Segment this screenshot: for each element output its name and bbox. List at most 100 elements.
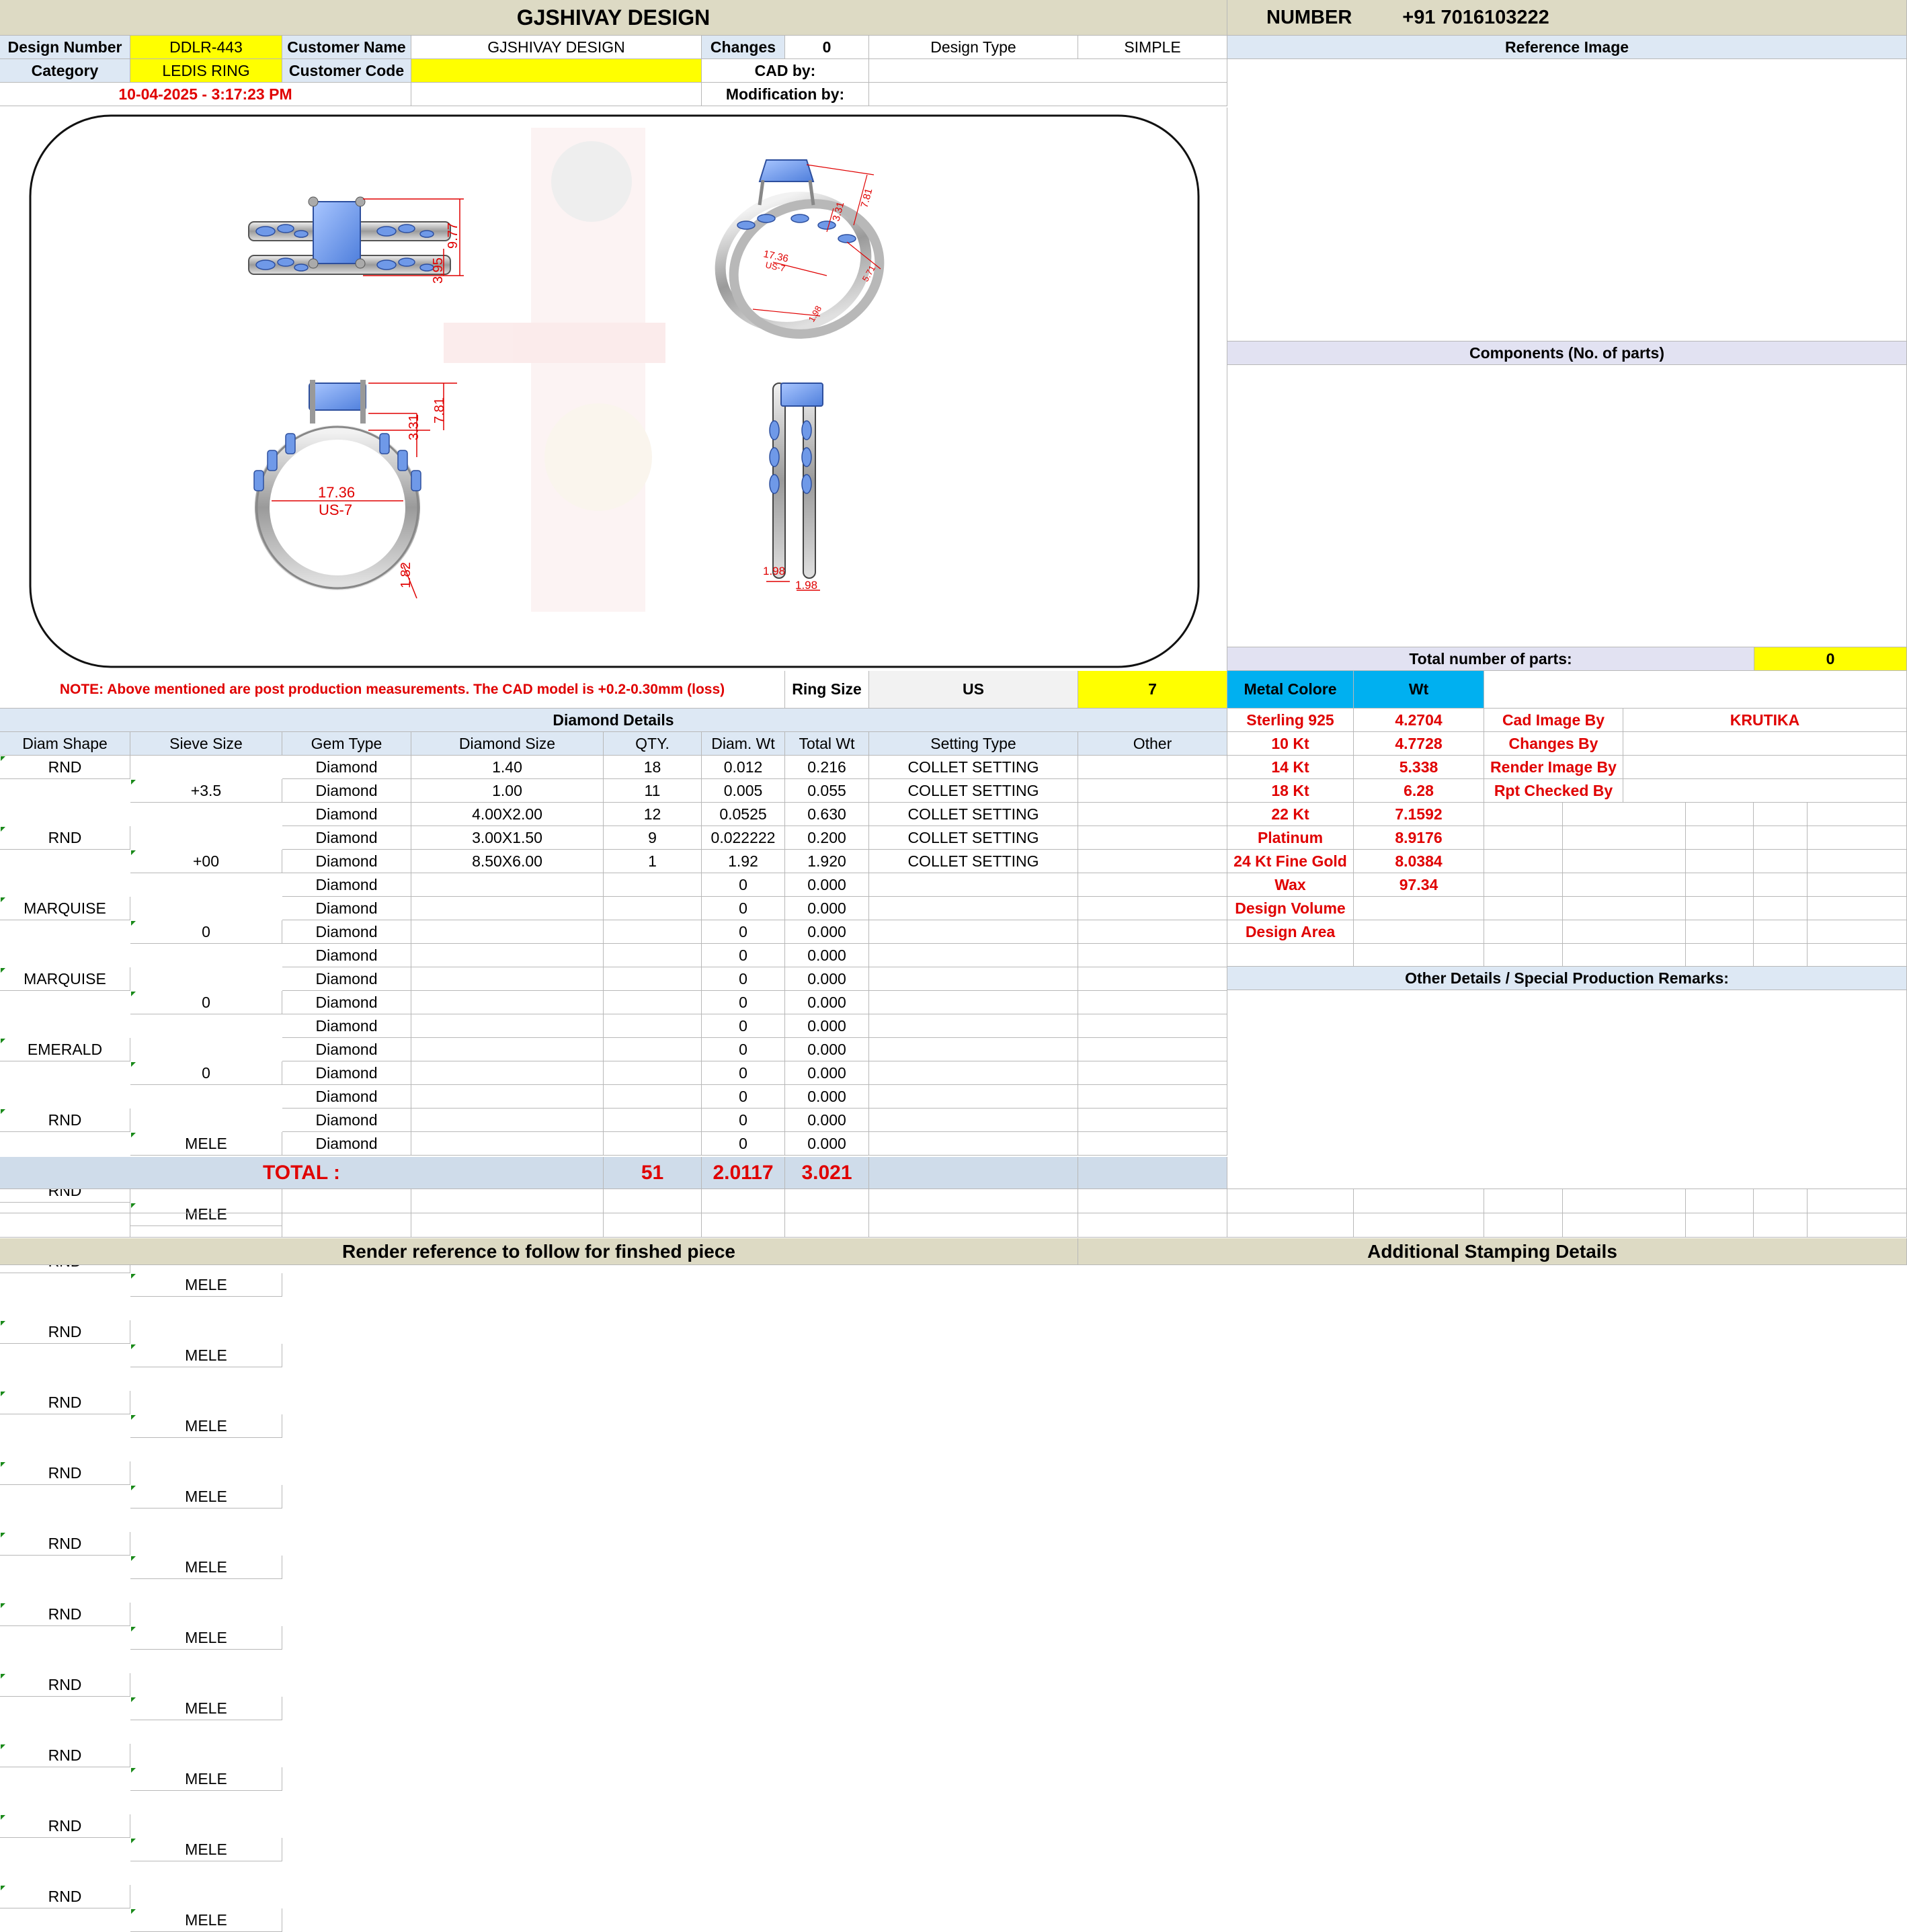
gem-type-cell[interactable]: Diamond xyxy=(282,1109,411,1132)
blank-cell[interactable] xyxy=(1078,1213,1227,1238)
blank-cell[interactable] xyxy=(282,1189,411,1213)
diam-wt-cell[interactable]: 0 xyxy=(702,944,785,967)
qty-cell[interactable]: 11 xyxy=(604,779,702,803)
grid-cell[interactable] xyxy=(1808,826,1907,850)
diam-shape-cell[interactable]: RND xyxy=(0,1673,130,1697)
sieve-size-cell[interactable]: 0 xyxy=(130,991,282,1014)
diamond-size-cell[interactable] xyxy=(411,920,604,944)
blank-cell[interactable] xyxy=(1227,1213,1354,1238)
diamond-size-cell[interactable] xyxy=(411,944,604,967)
blank-cell[interactable] xyxy=(785,1189,869,1213)
customer-name-field[interactable]: GJSHIVAY DESIGN xyxy=(411,36,702,59)
grid-cell[interactable] xyxy=(1484,920,1563,944)
blank-cell[interactable] xyxy=(1563,1189,1686,1213)
metal-weight[interactable] xyxy=(1354,897,1484,920)
other-cell[interactable] xyxy=(1078,1014,1227,1038)
diam-shape-cell[interactable]: RND xyxy=(0,1461,130,1485)
diam-shape-cell[interactable]: RND xyxy=(0,1744,130,1767)
grid-cell[interactable] xyxy=(1808,897,1907,920)
setting-type-cell[interactable] xyxy=(869,1038,1078,1061)
other-cell[interactable] xyxy=(1078,897,1227,920)
other-cell[interactable] xyxy=(1078,1132,1227,1156)
diam-shape-cell[interactable]: MARQUISE xyxy=(0,897,130,920)
other-cell[interactable] xyxy=(1078,1109,1227,1132)
diamond-size-cell[interactable]: 3.00X1.50 xyxy=(411,826,604,850)
diamond-size-cell[interactable] xyxy=(411,873,604,897)
other-cell[interactable] xyxy=(1078,1085,1227,1109)
total-parts-field[interactable]: 0 xyxy=(1754,647,1907,671)
total-wt-cell[interactable]: 0.000 xyxy=(785,944,869,967)
grid-cell[interactable] xyxy=(1563,897,1686,920)
customer-code-field[interactable] xyxy=(411,59,702,83)
total-wt-cell[interactable]: 0.000 xyxy=(785,1132,869,1156)
grid-cell[interactable] xyxy=(1686,920,1754,944)
grid-cell[interactable] xyxy=(1754,803,1808,826)
diam-wt-cell[interactable]: 0 xyxy=(702,1085,785,1109)
qty-cell[interactable]: 18 xyxy=(604,756,702,779)
blank-cell[interactable] xyxy=(1354,1213,1484,1238)
setting-type-cell[interactable] xyxy=(869,1014,1078,1038)
gem-type-cell[interactable]: Diamond xyxy=(282,920,411,944)
diamond-size-cell[interactable] xyxy=(411,897,604,920)
diamond-size-cell[interactable] xyxy=(411,991,604,1014)
metal-weight[interactable]: 8.9176 xyxy=(1354,826,1484,850)
blank-cell[interactable] xyxy=(1354,1189,1484,1213)
diam-wt-cell[interactable]: 0.0525 xyxy=(702,803,785,826)
grid-cell[interactable] xyxy=(1686,803,1754,826)
blank-cell[interactable] xyxy=(1686,1189,1754,1213)
diamond-size-cell[interactable]: 8.50X6.00 xyxy=(411,850,604,873)
diam-wt-cell[interactable]: 0 xyxy=(702,873,785,897)
grid-cell[interactable] xyxy=(1754,920,1808,944)
total-wt-cell[interactable]: 0.000 xyxy=(785,991,869,1014)
qty-cell[interactable] xyxy=(604,1109,702,1132)
sieve-size-cell[interactable]: 0 xyxy=(130,920,282,944)
setting-type-cell[interactable]: COLLET SETTING xyxy=(869,756,1078,779)
grid-cell[interactable] xyxy=(1563,850,1686,873)
qty-cell[interactable] xyxy=(604,1132,702,1156)
diamond-size-cell[interactable] xyxy=(411,1132,604,1156)
blank-cell[interactable] xyxy=(702,1189,785,1213)
metal-weight[interactable]: 8.0384 xyxy=(1354,850,1484,873)
other-cell[interactable] xyxy=(1078,756,1227,779)
gem-type-cell[interactable]: Diamond xyxy=(282,944,411,967)
grid-cell[interactable] xyxy=(1686,873,1754,897)
blank-cell[interactable] xyxy=(1754,1213,1808,1238)
grid-cell[interactable] xyxy=(1754,850,1808,873)
diam-shape-cell[interactable]: RND xyxy=(0,1814,130,1838)
other-cell[interactable] xyxy=(1078,1061,1227,1085)
other-cell[interactable] xyxy=(1078,920,1227,944)
blank-cell[interactable] xyxy=(130,1189,282,1213)
diam-shape-cell[interactable]: RND xyxy=(0,1320,130,1344)
total-wt-cell[interactable]: 0.000 xyxy=(785,1109,869,1132)
blank-cell[interactable] xyxy=(702,1213,785,1238)
qty-cell[interactable] xyxy=(604,873,702,897)
credit-value[interactable] xyxy=(1623,756,1907,779)
metal-weight[interactable]: 4.7728 xyxy=(1354,732,1484,756)
metal-weight[interactable]: 6.28 xyxy=(1354,779,1484,803)
gem-type-cell[interactable]: Diamond xyxy=(282,1061,411,1085)
diam-shape-cell[interactable]: RND xyxy=(0,1391,130,1414)
grid-cell[interactable] xyxy=(1808,873,1907,897)
grid-cell[interactable] xyxy=(1686,850,1754,873)
setting-type-cell[interactable] xyxy=(869,1085,1078,1109)
gem-type-cell[interactable]: Diamond xyxy=(282,991,411,1014)
gem-type-cell[interactable]: Diamond xyxy=(282,779,411,803)
design-type-field[interactable]: SIMPLE xyxy=(1078,36,1227,59)
ring-size-field[interactable]: 7 xyxy=(1078,671,1227,709)
setting-type-cell[interactable] xyxy=(869,944,1078,967)
qty-cell[interactable] xyxy=(604,1038,702,1061)
setting-type-cell[interactable] xyxy=(869,920,1078,944)
gem-type-cell[interactable]: Diamond xyxy=(282,873,411,897)
metal-weight[interactable] xyxy=(1354,920,1484,944)
other-cell[interactable] xyxy=(1078,873,1227,897)
blank-cell[interactable] xyxy=(282,1213,411,1238)
qty-cell[interactable]: 12 xyxy=(604,803,702,826)
grid-cell[interactable] xyxy=(1808,850,1907,873)
design-number-field[interactable]: DDLR-443 xyxy=(130,36,282,59)
sieve-size-cell[interactable]: MELE xyxy=(130,1485,282,1508)
grid-cell[interactable] xyxy=(1484,803,1563,826)
grid-cell[interactable] xyxy=(1563,920,1686,944)
total-wt-cell[interactable]: 0.000 xyxy=(785,967,869,991)
total-wt-cell[interactable]: 0.216 xyxy=(785,756,869,779)
setting-type-cell[interactable] xyxy=(869,873,1078,897)
